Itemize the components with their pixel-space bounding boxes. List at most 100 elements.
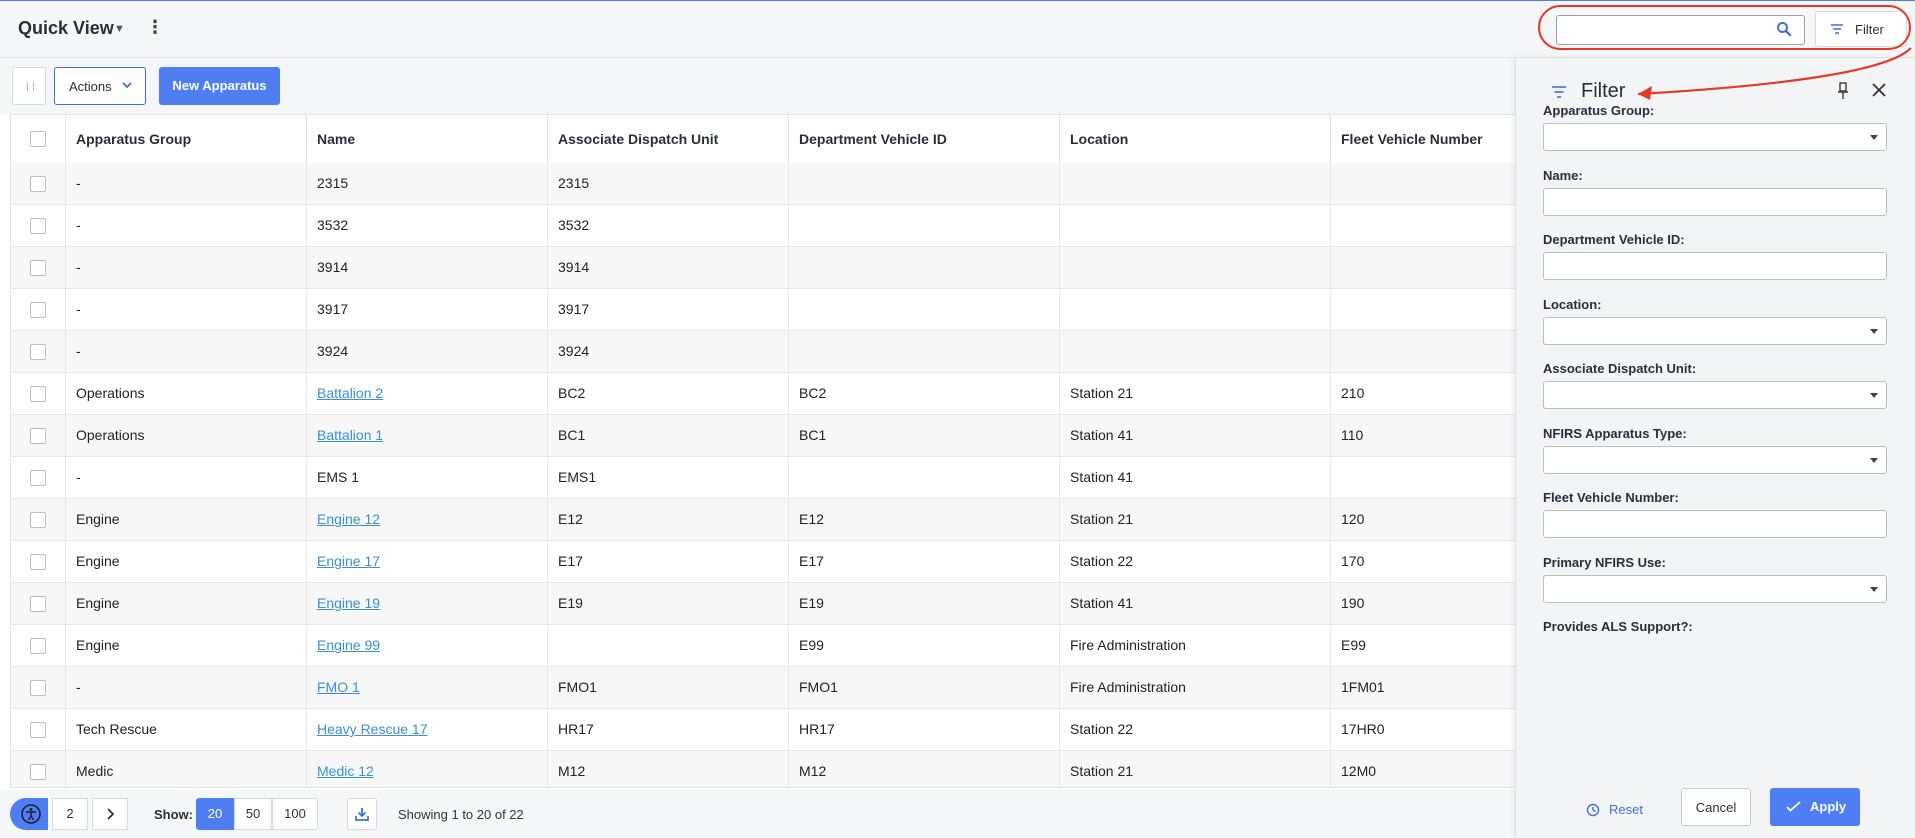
table-row[interactable]: -3532 3532 [11,205,1516,247]
column-chooser-button[interactable] [12,67,46,105]
cell-dispatch-unit: BC1 [548,415,789,456]
row-select-cell [11,541,66,582]
apparatus-name-link[interactable]: Engine 17 [307,541,548,582]
table-header: Apparatus Group Name Associate Dispatch … [11,115,1516,163]
apply-button[interactable]: Apply [1770,788,1860,826]
table-row[interactable]: - FMO 1 FMO1 FMO1 Fire Administration 1FM01 [11,667,1516,709]
row-checkbox[interactable] [30,470,46,486]
filter-select[interactable] [1543,575,1887,603]
filter-select[interactable] [1543,123,1887,151]
page-size-100[interactable]: 100 [272,798,318,830]
col-location[interactable]: Location [1060,115,1331,163]
row-checkbox[interactable] [30,428,46,444]
cell-apparatus-group: Engine [66,499,307,540]
filter-text-input[interactable] [1543,188,1887,216]
row-select-cell [11,499,66,540]
table-row[interactable]: -3917 3917 [11,289,1516,331]
page-size-20[interactable]: 20 [196,798,234,830]
cell-dispatch-unit: E17 [548,541,789,582]
table-row[interactable]: Engine Engine 19 E19 E19 Station 41 190 [11,583,1516,625]
table-row[interactable]: Engine Engine 99 E99 Fire Administration E99 [11,625,1516,667]
cell-vehicle-id [789,163,1060,204]
filter-select[interactable] [1543,381,1887,409]
actions-dropdown[interactable]: Actions [54,67,146,105]
col-department-vehicle-id[interactable]: Department Vehicle ID [789,115,1060,163]
row-select-cell [11,709,66,750]
filter-select[interactable] [1543,446,1887,474]
cell-dispatch-unit: E12 [548,499,789,540]
view-title[interactable]: Quick View [18,18,114,39]
table-row[interactable]: Operations Battalion 1 BC1 BC1 Station 41 110 [11,415,1516,457]
apparatus-name-link[interactable]: FMO 1 [307,667,548,708]
row-select-cell [11,247,66,288]
row-checkbox[interactable] [30,596,46,612]
apparatus-name-link[interactable]: Engine 12 [307,499,548,540]
table-row[interactable]: - EMS 1 EMS1 Station 41 [11,457,1516,499]
table-row[interactable]: Engine Engine 17 E17 E17 Station 22 170 [11,541,1516,583]
filter-field-label: Name: [1543,168,1583,183]
row-checkbox[interactable] [30,722,46,738]
page-size-50[interactable]: 50 [234,798,272,830]
apparatus-name-link[interactable]: Battalion 1 [307,415,548,456]
row-checkbox[interactable] [30,218,46,234]
table-row[interactable]: -3914 3914 [11,247,1516,289]
select-all-checkbox[interactable] [30,131,46,147]
reset-button[interactable]: Reset [1586,792,1666,828]
row-checkbox[interactable] [30,344,46,360]
filter-text-input[interactable] [1543,510,1887,538]
row-checkbox[interactable] [30,176,46,192]
apparatus-name-link[interactable]: Heavy Rescue 17 [307,709,548,750]
cell-vehicle-id: E99 [789,625,1060,666]
caret-down-icon [1870,587,1878,592]
row-checkbox[interactable] [30,512,46,528]
cell-dispatch-unit: 3917 [548,289,789,330]
accessibility-button[interactable] [10,798,48,830]
table-row[interactable]: Medic Medic 12 M12 M12 Station 21 12M0 [11,751,1516,787]
next-page-button[interactable] [92,798,128,830]
more-options-icon[interactable]: ⋮ [146,16,164,38]
cell-apparatus-group: Engine [66,541,307,582]
table-row[interactable]: -2315 2315 [11,163,1516,205]
cell-vehicle-id [789,457,1060,498]
col-fleet-vehicle-number[interactable]: Fleet Vehicle Number [1331,115,1516,163]
export-button[interactable] [347,798,377,830]
row-checkbox[interactable] [30,680,46,696]
page-2-button[interactable]: 2 [52,798,88,830]
table-row[interactable]: -3924 3924 [11,331,1516,373]
row-checkbox[interactable] [30,554,46,570]
filter-field-label: Department Vehicle ID: [1543,232,1685,247]
row-select-cell [11,163,66,204]
cancel-button[interactable]: Cancel [1681,788,1751,826]
col-name[interactable]: Name [307,115,548,163]
cell-apparatus-group: - [66,331,307,372]
apparatus-name-link[interactable]: Engine 99 [307,625,548,666]
row-checkbox[interactable] [30,260,46,276]
col-apparatus-group[interactable]: Apparatus Group [66,115,307,163]
reset-label: Reset [1609,802,1643,817]
cell-location [1060,247,1331,288]
row-checkbox[interactable] [30,302,46,318]
cell-fleet-number: 17HR0 [1341,721,1385,737]
cell-location [1060,289,1331,330]
filter-text-input[interactable] [1543,252,1887,280]
row-checkbox[interactable] [30,386,46,402]
table-row[interactable]: Operations Battalion 2 BC2 BC2 Station 21 210 [11,373,1516,415]
cell-fleet-number [1331,331,1516,372]
cell-dispatch-unit: BC2 [548,373,789,414]
cell-apparatus-group: Tech Rescue [66,709,307,750]
apparatus-name-link[interactable]: Medic 12 [307,751,548,787]
table-row[interactable]: Tech Rescue Heavy Rescue 17 HR17 HR17 Statio… [11,709,1516,751]
cell-vehicle-id [789,289,1060,330]
cell-location: Station 41 [1060,415,1331,456]
new-apparatus-button[interactable]: New Apparatus [159,67,280,105]
filter-select[interactable] [1543,317,1887,345]
col-associate-dispatch-unit[interactable]: Associate Dispatch Unit [548,115,789,163]
table-row[interactable]: Engine Engine 12 E12 E12 Station 21 120 [11,499,1516,541]
apparatus-name-link[interactable]: Battalion 2 [307,373,548,414]
chevron-down-icon[interactable]: ▼ [114,23,125,35]
apparatus-name-link[interactable]: Engine 19 [307,583,548,624]
row-checkbox[interactable] [30,638,46,654]
cell-fleet-number [1331,457,1516,498]
row-checkbox[interactable] [30,764,46,780]
cell-location: Fire Administration [1060,625,1331,666]
